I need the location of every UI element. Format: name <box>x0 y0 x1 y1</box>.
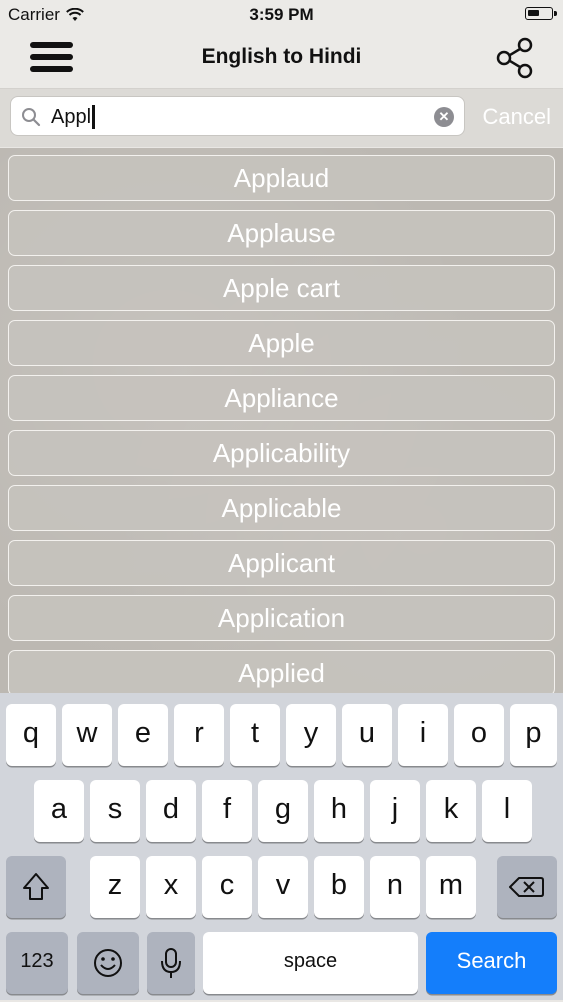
key-s[interactable]: s <box>90 780 140 842</box>
key-n[interactable]: n <box>370 856 420 918</box>
search-input[interactable]: Appl ✕ <box>10 96 465 136</box>
search-query: Appl <box>51 105 95 129</box>
key-f[interactable]: f <box>202 780 252 842</box>
backspace-icon <box>509 877 544 897</box>
magnifier-icon <box>22 108 41 127</box>
key-k[interactable]: k <box>426 780 476 842</box>
shift-icon <box>23 873 49 900</box>
search-query-text: Appl <box>51 105 92 128</box>
key-t[interactable]: t <box>230 704 280 766</box>
result-item[interactable]: Applicable <box>8 485 555 531</box>
results-list: Applaud Applause Apple cart Apple Applia… <box>0 148 563 693</box>
key-b[interactable]: b <box>314 856 364 918</box>
result-item[interactable]: Applied <box>8 650 555 693</box>
key-x[interactable]: x <box>146 856 196 918</box>
key-h[interactable]: h <box>314 780 364 842</box>
key-u[interactable]: u <box>342 704 392 766</box>
clear-icon[interactable]: ✕ <box>434 107 454 127</box>
status-time: 3:59 PM <box>249 5 314 24</box>
key-g[interactable]: g <box>258 780 308 842</box>
key-m[interactable]: m <box>426 856 476 918</box>
result-item[interactable]: Applause <box>8 210 555 256</box>
emoji-icon <box>94 949 122 977</box>
key-o[interactable]: o <box>454 704 504 766</box>
key-y[interactable]: y <box>286 704 336 766</box>
numbers-key[interactable]: 123 <box>6 932 68 994</box>
status-bar: Carrier 3:59 PM <box>0 0 563 30</box>
emoji-key[interactable] <box>77 932 139 994</box>
result-item[interactable]: Applicant <box>8 540 555 586</box>
dictation-key[interactable] <box>147 932 195 994</box>
result-item[interactable]: Applaud <box>8 155 555 201</box>
key-p[interactable]: p <box>510 704 557 766</box>
page-title: English to Hindi <box>201 45 362 68</box>
key-j[interactable]: j <box>370 780 420 842</box>
result-item[interactable]: Apple <box>8 320 555 366</box>
key-z[interactable]: z <box>90 856 140 918</box>
key-r[interactable]: r <box>174 704 224 766</box>
battery-icon <box>525 7 557 20</box>
key-i[interactable]: i <box>398 704 448 766</box>
key-c[interactable]: c <box>202 856 252 918</box>
keyboard: q w e r t y u i o p a s d f g h j k l z … <box>0 693 563 1000</box>
backspace-key[interactable] <box>497 856 557 918</box>
key-v[interactable]: v <box>258 856 308 918</box>
microphone-icon <box>161 948 181 978</box>
result-item[interactable]: Appliance <box>8 375 555 421</box>
nav-bar: English to Hindi <box>0 30 563 89</box>
share-icon[interactable] <box>493 36 537 80</box>
cancel-button[interactable]: Cancel <box>483 104 551 130</box>
key-w[interactable]: w <box>62 704 112 766</box>
search-button[interactable]: Search <box>426 932 557 994</box>
space-key[interactable]: space <box>203 932 418 994</box>
key-a[interactable]: a <box>34 780 84 842</box>
search-bar: Appl ✕ Cancel <box>0 89 563 147</box>
result-item[interactable]: Apple cart <box>8 265 555 311</box>
result-item[interactable]: Application <box>8 595 555 641</box>
key-l[interactable]: l <box>482 780 532 842</box>
text-caret <box>92 105 95 129</box>
key-e[interactable]: e <box>118 704 168 766</box>
key-d[interactable]: d <box>146 780 196 842</box>
shift-key[interactable] <box>6 856 66 918</box>
result-item[interactable]: Applicability <box>8 430 555 476</box>
key-q[interactable]: q <box>6 704 56 766</box>
